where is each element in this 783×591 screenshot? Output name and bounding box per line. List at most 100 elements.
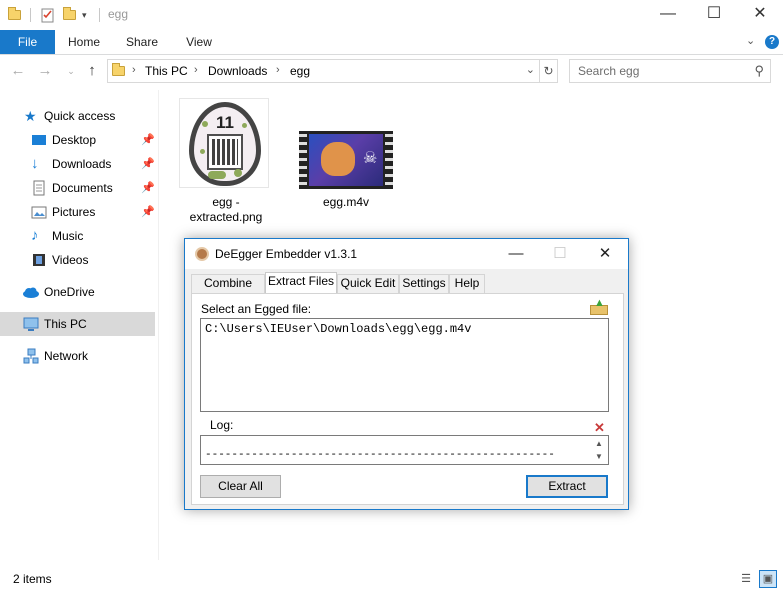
nav-label: Network [44,349,89,363]
extract-button[interactable]: Extract [526,475,608,498]
dialog-title-bar[interactable]: DeEgger Embedder v1.3.1 — ☐ ✕ [185,239,628,269]
log-scrollbar[interactable]: ▲ ▼ [592,436,608,464]
file-path-value: C:\Users\IEUser\Downloads\egg\egg.m4v [205,322,472,336]
nav-item-desktop[interactable]: Desktop 📌 [0,128,155,152]
network-icon [23,348,39,364]
tab-home[interactable]: Home [62,30,106,54]
tab-file[interactable]: File [0,30,55,54]
search-input[interactable]: Search egg ⚲ [569,59,771,83]
nav-label: Desktop [52,133,97,147]
item-count: 2 items [13,572,52,586]
nav-label: Downloads [52,157,112,171]
nav-label: Videos [52,253,89,267]
separator [30,8,31,22]
tab-help[interactable]: Help [449,274,485,293]
tab-settings[interactable]: Settings [399,274,449,293]
forward-arrow-icon[interactable]: → [36,62,54,80]
help-icon[interactable]: ? [765,35,779,49]
nav-item-network[interactable]: Network [0,344,155,368]
nav-item-quick-access[interactable]: ★ Quick access [0,104,155,128]
extract-files-panel: Select an Egged file: ▲ C:\Users\IEUser\… [191,293,624,505]
back-arrow-icon[interactable]: ← [9,62,27,80]
scroll-down-icon[interactable]: ▼ [595,452,603,461]
dialog-title: DeEgger Embedder v1.3.1 [215,247,358,261]
file-name-egg-m4v[interactable]: egg.m4v [296,195,396,210]
file-name-egg-png[interactable]: egg - extracted.png [179,195,273,225]
videos-icon [31,252,47,268]
file-path-field[interactable]: C:\Users\IEUser\Downloads\egg\egg.m4v [200,318,609,412]
nav-item-downloads[interactable]: ↓ Downloads 📌 [0,152,155,176]
up-arrow-icon[interactable]: ↑ [83,62,101,80]
address-row: ← → ⌄ ↑ › This PC › Downloads › egg ⌄ ↻ … [0,56,783,88]
scroll-up-icon[interactable]: ▲ [595,439,603,448]
nav-item-documents[interactable]: Documents 📌 [0,176,155,200]
egg-image: 11 [189,102,261,186]
file-name-line: extracted.png [189,210,263,224]
qr-code-icon [207,134,243,170]
dialog-maximize-button: ☐ [553,245,567,262]
nav-item-pictures[interactable]: Pictures 📌 [0,200,155,224]
select-file-label: Select an Egged file: [201,302,312,316]
cloud-icon [22,284,39,300]
chevron-right-icon[interactable]: › [276,64,280,76]
chevron-right-icon[interactable]: › [132,64,136,76]
documents-icon [31,180,47,196]
pin-icon[interactable]: 📌 [141,157,155,170]
chevron-right-icon[interactable]: › [194,64,198,76]
new-folder-icon[interactable] [62,7,78,23]
clear-log-icon[interactable]: ✕ [594,420,605,436]
cat-image [321,142,355,176]
open-folder-icon[interactable]: ▲ [590,297,608,315]
breadcrumb-downloads[interactable]: Downloads [208,64,267,78]
tab-share[interactable]: Share [120,30,164,54]
file-thumbnail-egg-png[interactable]: 11 [179,98,269,188]
refresh-icon[interactable]: ↻ [540,59,558,83]
download-icon: ↓ [31,155,39,172]
maximize-button[interactable]: ☐ [691,0,737,30]
address-bar[interactable]: › This PC › Downloads › egg ⌄ [107,59,540,83]
file-name-line: egg - [212,195,240,209]
tab-view[interactable]: View [178,30,220,54]
skull-icon: ☠ [363,150,378,167]
tab-combine-files[interactable]: Combine Files [191,274,265,307]
close-button[interactable]: ✕ [737,0,783,30]
clear-all-button[interactable]: Clear All [200,475,281,498]
pane-divider[interactable] [158,90,159,560]
computer-icon [23,316,39,332]
search-placeholder: Search egg [578,64,640,78]
nav-label: Quick access [44,109,116,123]
tab-extract-files[interactable]: Extract Files [265,272,337,293]
title-bar: ▾ egg — ☐ ✕ [0,0,783,30]
breadcrumb-egg[interactable]: egg [290,64,310,78]
log-label: Log: [210,418,234,432]
recent-locations-icon[interactable]: ⌄ [62,62,80,80]
chevron-down-icon[interactable]: ⌄ [746,34,755,47]
music-icon: ♪ [31,227,39,244]
log-field[interactable]: ----------------------------------------… [200,435,609,465]
pictures-icon [31,204,47,220]
properties-icon[interactable] [40,7,56,23]
folder-icon [111,63,127,79]
video-frame: ☠ [309,134,383,186]
nav-label: Pictures [52,205,96,219]
large-icons-view-icon[interactable]: ▣ [759,570,777,588]
tab-quick-edit[interactable]: Quick Edit [337,274,399,293]
breadcrumb-this-pc[interactable]: This PC [145,64,188,78]
log-text: ----------------------------------------… [205,449,555,461]
minimize-button[interactable]: — [645,0,691,30]
nav-item-videos[interactable]: Videos [0,248,155,272]
pin-icon[interactable]: 📌 [141,133,155,146]
pin-icon[interactable]: 📌 [141,181,155,194]
nav-label: OneDrive [44,285,95,299]
pin-icon[interactable]: 📌 [141,205,155,218]
details-view-icon[interactable]: ☰ [737,570,755,588]
file-thumbnail-egg-m4v[interactable]: ☠ [299,131,393,189]
customize-toolbar-icon[interactable]: ▾ [82,7,98,23]
dialog-minimize-button[interactable]: — [494,239,538,269]
nav-item-music[interactable]: ♪ Music [0,224,155,248]
folder-icon[interactable] [7,7,23,23]
nav-item-this-pc[interactable]: This PC [0,312,155,336]
nav-item-onedrive[interactable]: OneDrive [0,280,155,304]
dialog-close-button[interactable]: ✕ [583,239,627,269]
chevron-down-icon[interactable]: ⌄ [526,63,535,76]
